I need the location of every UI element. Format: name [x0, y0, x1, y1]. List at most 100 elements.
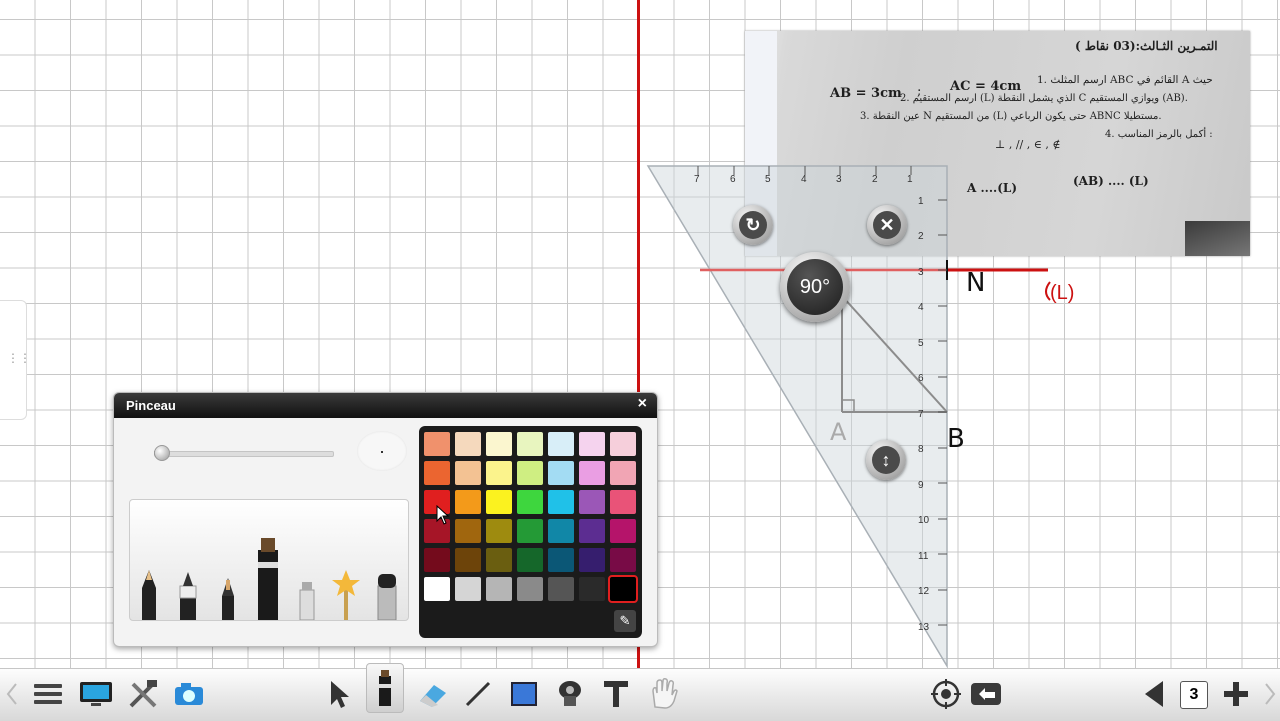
- brush-preview: [357, 431, 407, 471]
- photo-ac: AC = 4cm: [950, 79, 1022, 94]
- color-swatch[interactable]: [610, 432, 636, 456]
- color-swatch[interactable]: [455, 490, 481, 514]
- color-swatch[interactable]: [579, 577, 605, 601]
- color-swatch[interactable]: [548, 519, 574, 543]
- label-a: A: [830, 418, 847, 446]
- photo-ab: AB = 3cm: [830, 86, 902, 101]
- camera-icon[interactable]: [172, 675, 208, 713]
- pen-icon[interactable]: [366, 663, 404, 713]
- color-swatch[interactable]: [486, 490, 512, 514]
- set-square[interactable]: [640, 160, 1060, 670]
- prev-page-icon[interactable]: [1136, 675, 1172, 713]
- monitor-icon[interactable]: [78, 675, 114, 713]
- photo-fill2: (AB) .... (L): [1073, 174, 1149, 188]
- add-page-icon[interactable]: [1218, 675, 1254, 713]
- brush-tool[interactable]: [258, 538, 278, 620]
- color-swatch[interactable]: [424, 577, 450, 601]
- color-swatch[interactable]: [579, 548, 605, 572]
- color-swatch[interactable]: [517, 432, 543, 456]
- color-swatch[interactable]: [610, 461, 636, 485]
- close-square-button[interactable]: ✕: [867, 205, 907, 245]
- color-swatch[interactable]: [608, 575, 638, 603]
- scroll-right-icon[interactable]: [1262, 681, 1278, 707]
- side-scale: 1 2 3 4 5 6 7 8 9 10 11 12 13: [918, 196, 930, 633]
- scroll-left-icon[interactable]: [4, 681, 20, 707]
- page-number[interactable]: 3: [1180, 681, 1208, 709]
- color-swatch[interactable]: [455, 461, 481, 485]
- angle-button[interactable]: 90°: [780, 252, 850, 322]
- target-icon[interactable]: [928, 675, 964, 713]
- color-swatch[interactable]: [517, 461, 543, 485]
- menu-icon[interactable]: [30, 675, 66, 713]
- color-swatch[interactable]: [579, 519, 605, 543]
- color-swatch[interactable]: [424, 432, 450, 456]
- size-slider[interactable]: [154, 451, 334, 457]
- angle-label: 90°: [787, 259, 843, 315]
- rotate-button[interactable]: ↻: [733, 205, 773, 245]
- color-swatch[interactable]: [486, 519, 512, 543]
- grip-icon: ⋮⋮: [7, 351, 31, 365]
- text-icon[interactable]: [598, 675, 634, 713]
- stamp-icon[interactable]: [552, 675, 588, 713]
- color-swatch[interactable]: [455, 577, 481, 601]
- color-swatch[interactable]: [455, 548, 481, 572]
- side-handle[interactable]: ⋮⋮: [0, 300, 31, 420]
- eyedropper-icon[interactable]: ✎: [614, 610, 636, 632]
- color-swatch[interactable]: [548, 548, 574, 572]
- photo-line3: 3. عين النقطة N من المستقيم (L) حتى يكون…: [860, 111, 1162, 122]
- photo-title: التمـرين الثـالث:(03 نقاط ): [1075, 39, 1218, 53]
- color-swatch[interactable]: [548, 432, 574, 456]
- size-slider-knob[interactable]: [154, 445, 170, 461]
- tools-icon[interactable]: [125, 675, 161, 713]
- color-swatch[interactable]: [548, 490, 574, 514]
- brush-tools: [129, 499, 409, 621]
- highlighter-tool[interactable]: [299, 582, 315, 621]
- color-swatch[interactable]: [610, 519, 636, 543]
- photo-line1: 1. ارسم المثلث ABC القائم في A حيث: [1037, 74, 1213, 86]
- marker-tool[interactable]: [179, 572, 197, 620]
- eraser-icon[interactable]: [415, 675, 451, 713]
- panel-titlebar: Pinceau ×: [114, 393, 657, 418]
- color-swatch[interactable]: [579, 432, 605, 456]
- photo-line4: 4. أكمل بالرمز المناسب :: [1105, 129, 1213, 140]
- undo-icon[interactable]: [968, 675, 1004, 713]
- color-swatch[interactable]: [579, 490, 605, 514]
- photo-line2: 2. ارسم المستقيم (L) الذي يشمل النقطة C …: [900, 93, 1188, 104]
- color-swatch[interactable]: [610, 490, 636, 514]
- color-swatch[interactable]: [424, 461, 450, 485]
- line-icon[interactable]: [460, 675, 496, 713]
- color-swatch[interactable]: [424, 548, 450, 572]
- pointer-icon[interactable]: [322, 675, 358, 713]
- color-swatch[interactable]: [486, 577, 512, 601]
- color-swatch[interactable]: [517, 490, 543, 514]
- calligraphy-tool[interactable]: [222, 578, 234, 620]
- move-button[interactable]: ↕: [866, 440, 906, 480]
- color-swatch[interactable]: [455, 519, 481, 543]
- panel-title: Pinceau: [126, 398, 176, 413]
- color-swatch[interactable]: [517, 519, 543, 543]
- move-icon: ↕: [872, 446, 900, 474]
- pencil-tool[interactable]: [142, 570, 156, 620]
- shape-icon[interactable]: [506, 675, 542, 713]
- color-swatch[interactable]: [517, 577, 543, 601]
- color-swatch[interactable]: [610, 548, 636, 572]
- color-swatch[interactable]: [486, 461, 512, 485]
- hand-icon[interactable]: [645, 675, 681, 713]
- magic-tool[interactable]: [332, 570, 360, 620]
- taskbar: 3: [0, 663, 1280, 721]
- rotate-icon: ↻: [739, 211, 767, 239]
- eraser-tool[interactable]: [377, 574, 397, 621]
- color-swatch[interactable]: [548, 461, 574, 485]
- color-swatch[interactable]: [455, 432, 481, 456]
- color-swatch[interactable]: [517, 548, 543, 572]
- color-swatch[interactable]: [486, 548, 512, 572]
- color-swatch[interactable]: [579, 461, 605, 485]
- color-swatch[interactable]: [548, 577, 574, 601]
- close-panel-button[interactable]: ×: [638, 395, 647, 413]
- color-swatch[interactable]: [486, 432, 512, 456]
- brush-panel: Pinceau × ✎: [113, 392, 658, 647]
- label-l: (L): [1050, 282, 1075, 304]
- close-icon: ✕: [873, 211, 901, 239]
- photo-symbols: ⊥ , // , ∈ , ∉: [995, 138, 1061, 151]
- mouse-cursor-icon: [436, 505, 450, 525]
